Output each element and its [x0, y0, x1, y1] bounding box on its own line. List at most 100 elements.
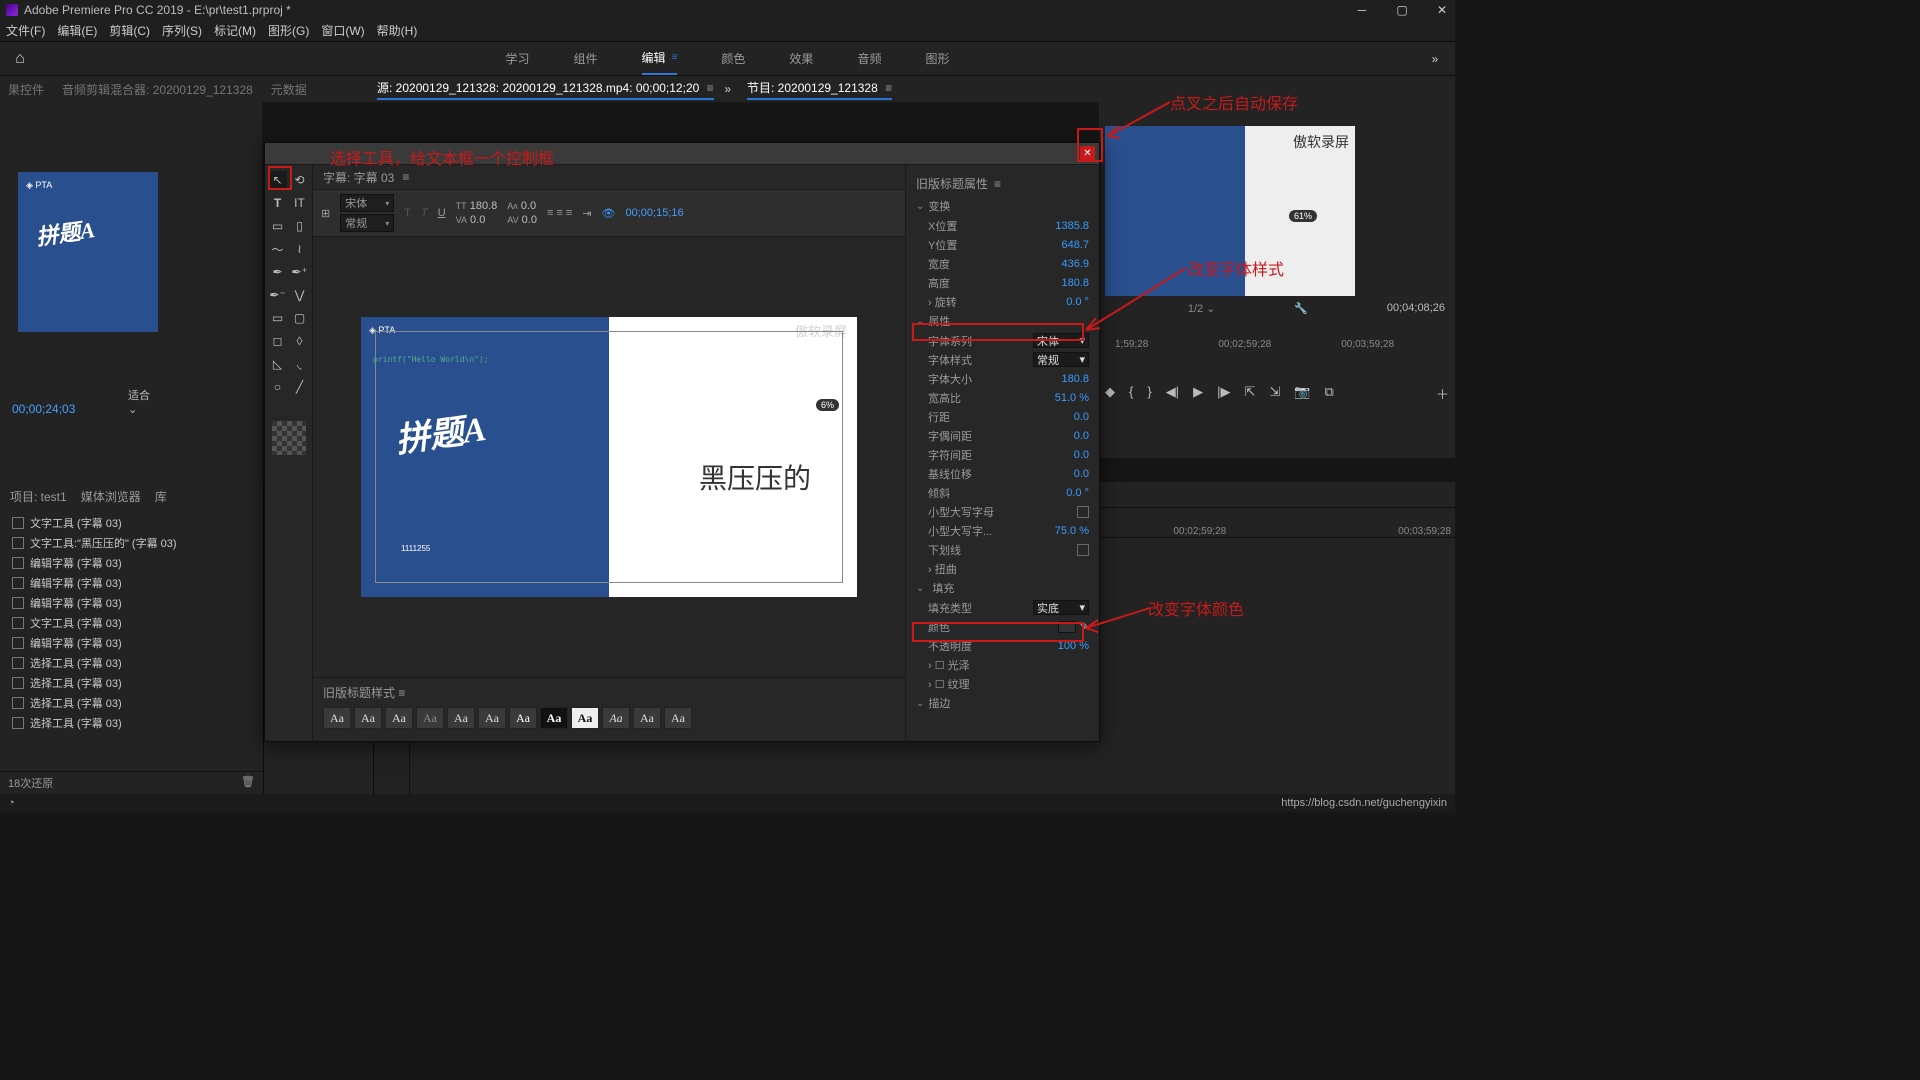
prop-font-style-select[interactable]: 常规▾: [1033, 352, 1089, 367]
tab-metadata[interactable]: 元数据: [271, 81, 307, 98]
area-type-tool[interactable]: ▭: [269, 217, 287, 235]
section-stroke[interactable]: 描边: [906, 693, 1099, 713]
export-frame-button[interactable]: 📷: [1294, 384, 1310, 403]
prop-kerning-value[interactable]: 0.0: [1074, 430, 1089, 442]
source-monitor-thumbnail[interactable]: ◈ PTA 拼题A 00;00;24;03 适合 ⌄: [18, 172, 158, 332]
step-forward-button[interactable]: |▶: [1217, 384, 1230, 403]
kerning-field[interactable]: 0.0: [470, 214, 485, 226]
ellipse-tool[interactable]: ○: [269, 378, 287, 396]
rounded-corner-tool[interactable]: ◊: [291, 332, 309, 350]
program-monitor-display[interactable]: 傲软录屏 61%: [1105, 126, 1355, 296]
tab-project[interactable]: 项目: test1: [10, 488, 67, 505]
style-preset[interactable]: Aa: [323, 707, 351, 729]
selection-tool[interactable]: ↖: [269, 171, 287, 189]
leading-field[interactable]: 0.0: [521, 200, 536, 212]
workspace-tab-assembly[interactable]: 组件: [574, 42, 598, 75]
rectangle-tool[interactable]: ▭: [269, 309, 287, 327]
comparison-button[interactable]: ⧉: [1324, 384, 1333, 403]
workspace-overflow-button[interactable]: »: [1415, 52, 1455, 66]
history-item[interactable]: 编辑字幕 (字幕 03): [0, 553, 263, 573]
home-icon[interactable]: ⌂: [0, 42, 40, 75]
history-item[interactable]: 选择工具 (字幕 03): [0, 673, 263, 693]
prop-aspect-value[interactable]: 51.0 %: [1055, 392, 1089, 404]
history-item[interactable]: 文字工具 (字幕 03): [0, 513, 263, 533]
add-marker-button[interactable]: ◆: [1105, 384, 1115, 403]
prop-rotation-value[interactable]: 0.0 °: [1066, 296, 1089, 308]
program-timecode[interactable]: 00;04;08;26: [1387, 302, 1445, 315]
prop-slant-value[interactable]: 0.0 °: [1066, 487, 1089, 499]
workspace-tab-color[interactable]: 颜色: [721, 42, 745, 75]
lift-button[interactable]: ⇱: [1244, 384, 1255, 403]
trash-icon[interactable]: 🗑: [241, 775, 255, 791]
vertical-path-type-tool[interactable]: ≀: [291, 240, 309, 258]
prop-leading-value[interactable]: 0.0: [1074, 411, 1089, 423]
play-button[interactable]: ▶: [1193, 384, 1203, 403]
style-preset[interactable]: Aa: [664, 707, 692, 729]
tab-stops-button[interactable]: ⇥: [582, 207, 591, 220]
prop-fill-type-select[interactable]: 实底▾: [1033, 600, 1089, 615]
section-fill[interactable]: 填充: [906, 578, 1099, 598]
title-window-close-button[interactable]: ✕: [1080, 146, 1095, 161]
vertical-type-tool[interactable]: IT: [291, 194, 309, 212]
menu-help[interactable]: 帮助(H): [377, 22, 418, 39]
tab-audio-clip-mixer[interactable]: 音频剪辑混合器: 20200129_121328: [62, 81, 253, 98]
rounded-rect-tool[interactable]: ▢: [291, 309, 309, 327]
button-editor-plus[interactable]: ＋: [1436, 384, 1449, 403]
style-preset[interactable]: Aa: [602, 707, 630, 729]
style-preset[interactable]: Aa: [447, 707, 475, 729]
prop-opacity-value[interactable]: 100 %: [1058, 640, 1089, 652]
font-family-select[interactable]: 宋体▾: [340, 194, 394, 212]
path-type-tool[interactable]: 〜: [269, 240, 287, 258]
title-text-object[interactable]: 黑压压的: [699, 457, 811, 497]
tab-effect-controls[interactable]: 果控件: [8, 81, 44, 98]
tab-libraries[interactable]: 库: [155, 488, 167, 505]
history-item[interactable]: 编辑字幕 (字幕 03): [0, 573, 263, 593]
tab-media-browser[interactable]: 媒体浏览器: [81, 488, 141, 505]
prop-height-value[interactable]: 180.8: [1061, 277, 1089, 289]
tracking-field[interactable]: 0.0: [522, 214, 537, 226]
window-maximize-button[interactable]: ▢: [1395, 3, 1409, 17]
type-tool[interactable]: T: [269, 194, 287, 212]
workspace-tab-effects[interactable]: 效果: [789, 42, 813, 75]
source-timecode[interactable]: 00;00;24;03: [12, 402, 75, 416]
workspace-tab-editing[interactable]: 编辑≡: [642, 42, 678, 75]
color-swatch[interactable]: [272, 421, 306, 455]
workspace-tab-graphics[interactable]: 图形: [925, 42, 949, 75]
prop-y-value[interactable]: 648.7: [1061, 239, 1089, 251]
show-video-button[interactable]: 👁: [602, 207, 616, 220]
convert-anchor-tool[interactable]: ⋁: [291, 286, 309, 304]
source-overflow-button[interactable]: »: [724, 82, 731, 96]
history-item[interactable]: 文字工具 (字幕 03): [0, 613, 263, 633]
mark-in-button[interactable]: {: [1129, 384, 1133, 403]
prop-x-value[interactable]: 1385.8: [1055, 220, 1089, 232]
section-attributes[interactable]: 属性: [906, 311, 1099, 331]
style-preset[interactable]: Aa: [571, 707, 599, 729]
menu-file[interactable]: 文件(F): [6, 22, 45, 39]
menu-graphics[interactable]: 图形(G): [268, 22, 309, 39]
add-anchor-tool[interactable]: ✒⁺: [291, 263, 309, 281]
font-style-select[interactable]: 常规▾: [340, 214, 394, 232]
title-canvas[interactable]: ◈ PTA 拼题A 1111255 傲软录屏 6% printf("Hello …: [313, 237, 905, 677]
style-preset[interactable]: Aa: [416, 707, 444, 729]
style-preset[interactable]: Aa: [385, 707, 413, 729]
style-preset[interactable]: Aa: [509, 707, 537, 729]
prop-tracking-value[interactable]: 0.0: [1074, 449, 1089, 461]
style-preset[interactable]: Aa: [478, 707, 506, 729]
title-template-button[interactable]: ⊞: [321, 207, 330, 220]
history-item[interactable]: 编辑字幕 (字幕 03): [0, 633, 263, 653]
rotation-tool[interactable]: ⟲: [291, 171, 309, 189]
menu-marker[interactable]: 标记(M): [214, 22, 256, 39]
history-item[interactable]: 编辑字幕 (字幕 03): [0, 593, 263, 613]
prop-width-value[interactable]: 436.9: [1061, 258, 1089, 270]
source-zoom-select[interactable]: 适合 ⌄: [128, 387, 158, 416]
prop-color-swatch[interactable]: [1058, 621, 1076, 633]
history-item[interactable]: 选择工具 (字幕 03): [0, 713, 263, 733]
style-preset[interactable]: Aa: [633, 707, 661, 729]
delete-anchor-tool[interactable]: ✒⁻: [269, 286, 287, 304]
clipped-rect-tool[interactable]: ◻: [269, 332, 287, 350]
extract-button[interactable]: ⇲: [1269, 384, 1280, 403]
prop-font-size-value[interactable]: 180.8: [1061, 373, 1089, 385]
underline-button[interactable]: U: [438, 207, 446, 219]
title-tab-label[interactable]: 字幕: 字幕 03: [323, 169, 394, 186]
prop-baseline-value[interactable]: 0.0: [1074, 468, 1089, 480]
